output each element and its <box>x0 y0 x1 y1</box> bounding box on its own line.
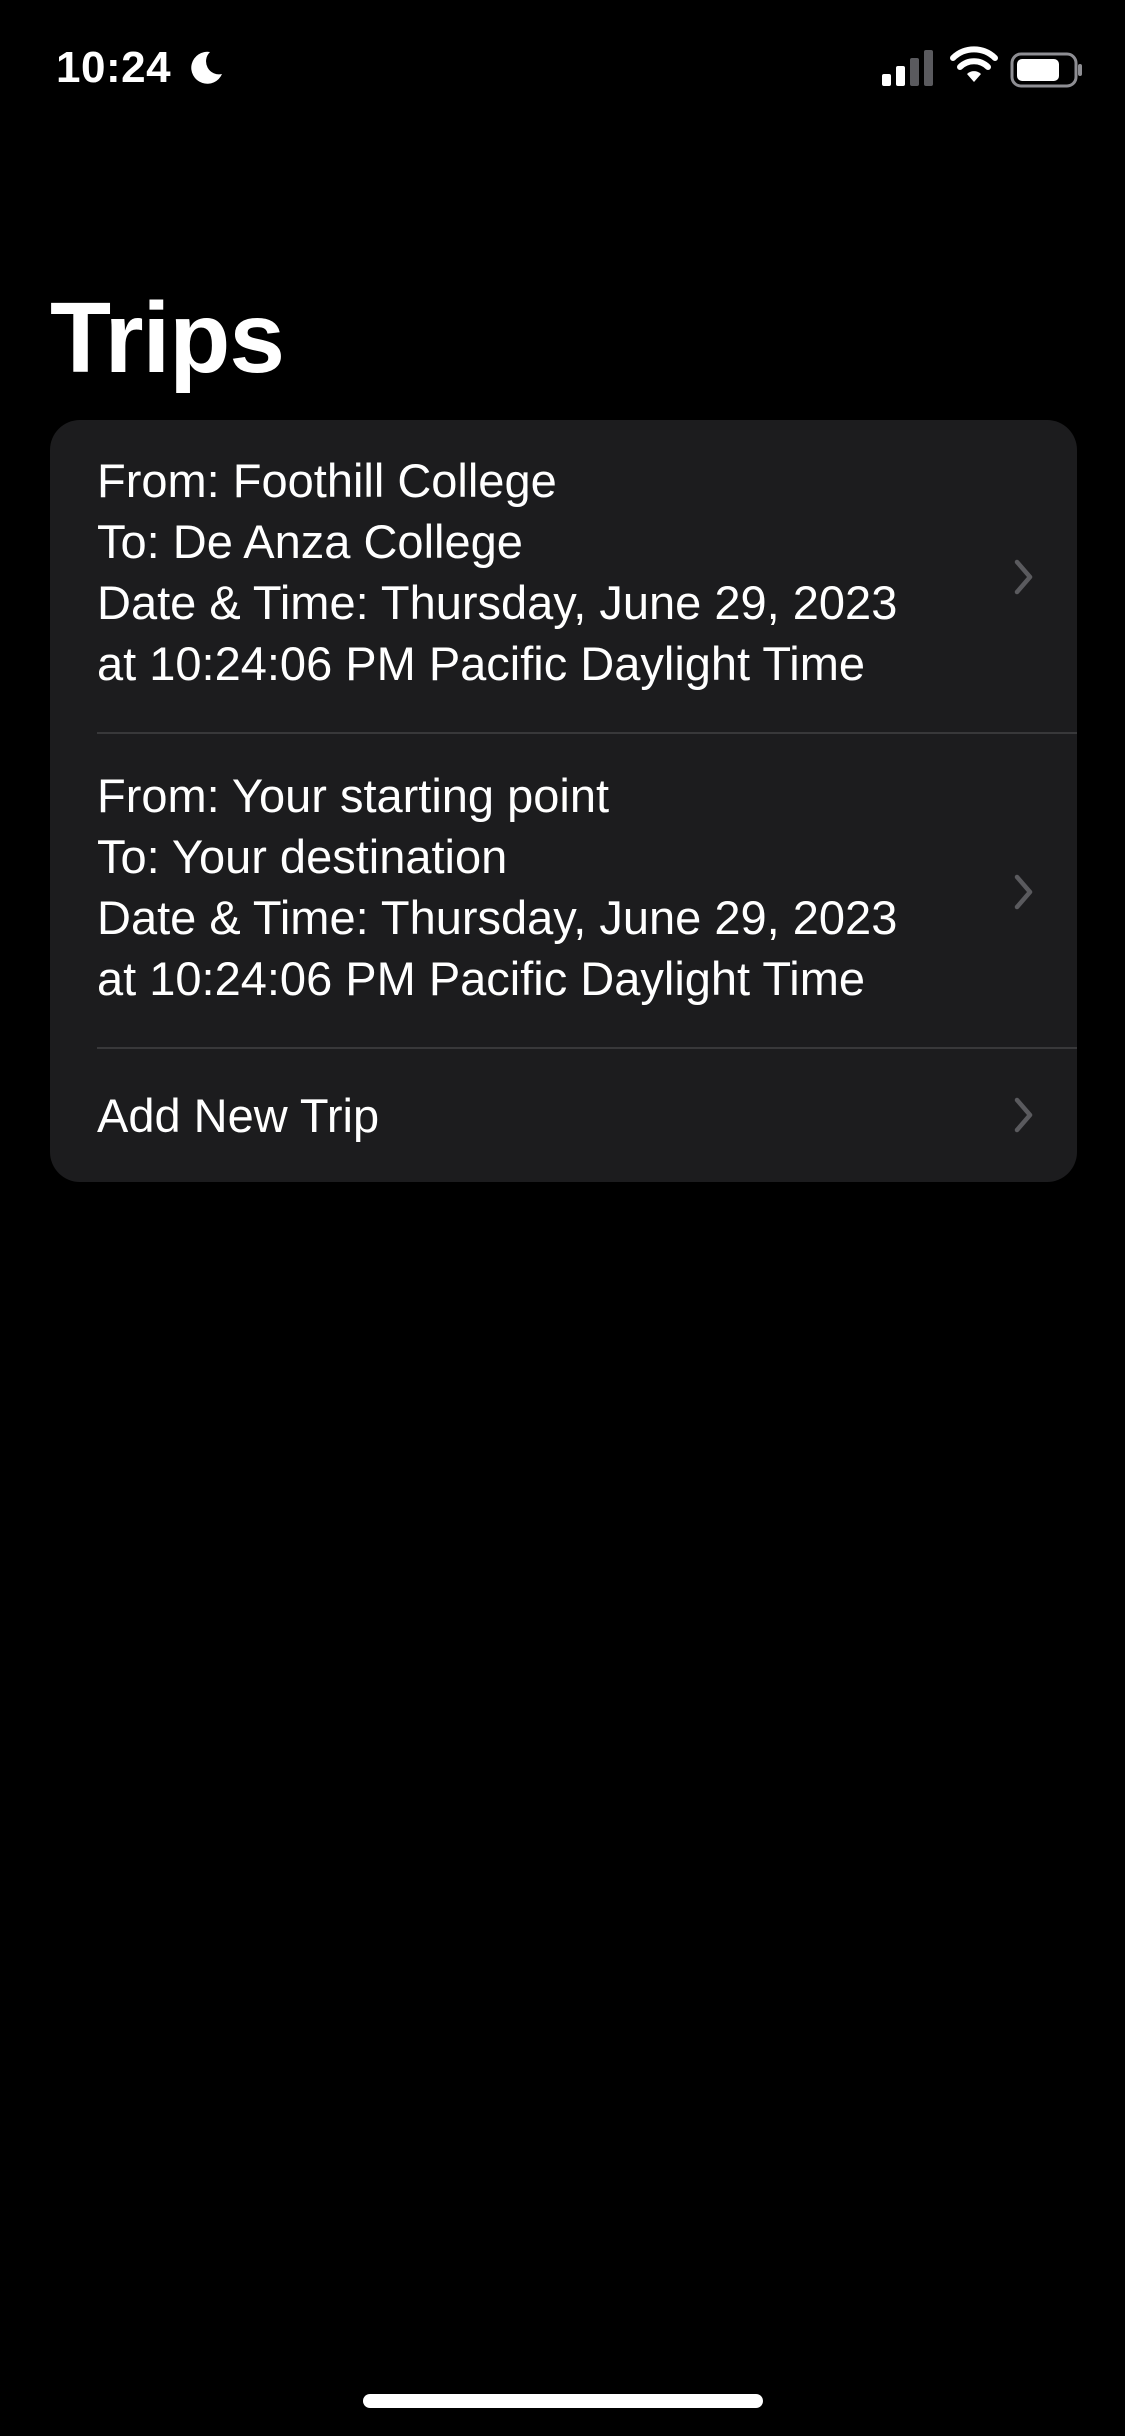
trip-from: From: Your starting point <box>97 769 610 822</box>
trip-time: at 10:24:06 PM Pacific Daylight Time <box>97 637 866 690</box>
trip-row[interactable]: From: Your starting point To: Your desti… <box>50 734 1077 1049</box>
trip-date: Date & Time: Thursday, June 29, 2023 <box>97 576 898 629</box>
trip-date: Date & Time: Thursday, June 29, 2023 <box>97 891 898 944</box>
add-new-trip-label: Add New Trip <box>97 1089 380 1142</box>
trip-time: at 10:24:06 PM Pacific Daylight Time <box>97 952 866 1005</box>
chevron-right-icon <box>1014 1097 1033 1133</box>
trip-from: From: Foothill College <box>97 454 557 507</box>
trip-to: To: Your destination <box>97 830 508 883</box>
moon-icon <box>191 51 222 84</box>
trip-details: From: Your starting point To: Your desti… <box>97 765 1017 1009</box>
trip-row[interactable]: From: Foothill College To: De Anza Colle… <box>50 420 1077 734</box>
page-title: Trips <box>50 282 285 394</box>
add-new-trip-row[interactable]: Add New Trip <box>50 1049 1077 1182</box>
status-time: 10:24 <box>56 43 172 92</box>
trip-details: From: Foothill College To: De Anza Colle… <box>97 450 1017 694</box>
battery-icon <box>1010 52 1082 88</box>
trip-list: From: Foothill College To: De Anza Colle… <box>50 420 1077 1182</box>
status-bar: 10:24 <box>0 0 1125 140</box>
chevron-right-icon <box>1014 559 1033 595</box>
wifi-icon <box>950 46 998 82</box>
signal-icon <box>882 50 933 86</box>
home-indicator[interactable] <box>363 2394 763 2408</box>
trip-to: To: De Anza College <box>97 515 523 568</box>
chevron-right-icon <box>1014 874 1033 910</box>
